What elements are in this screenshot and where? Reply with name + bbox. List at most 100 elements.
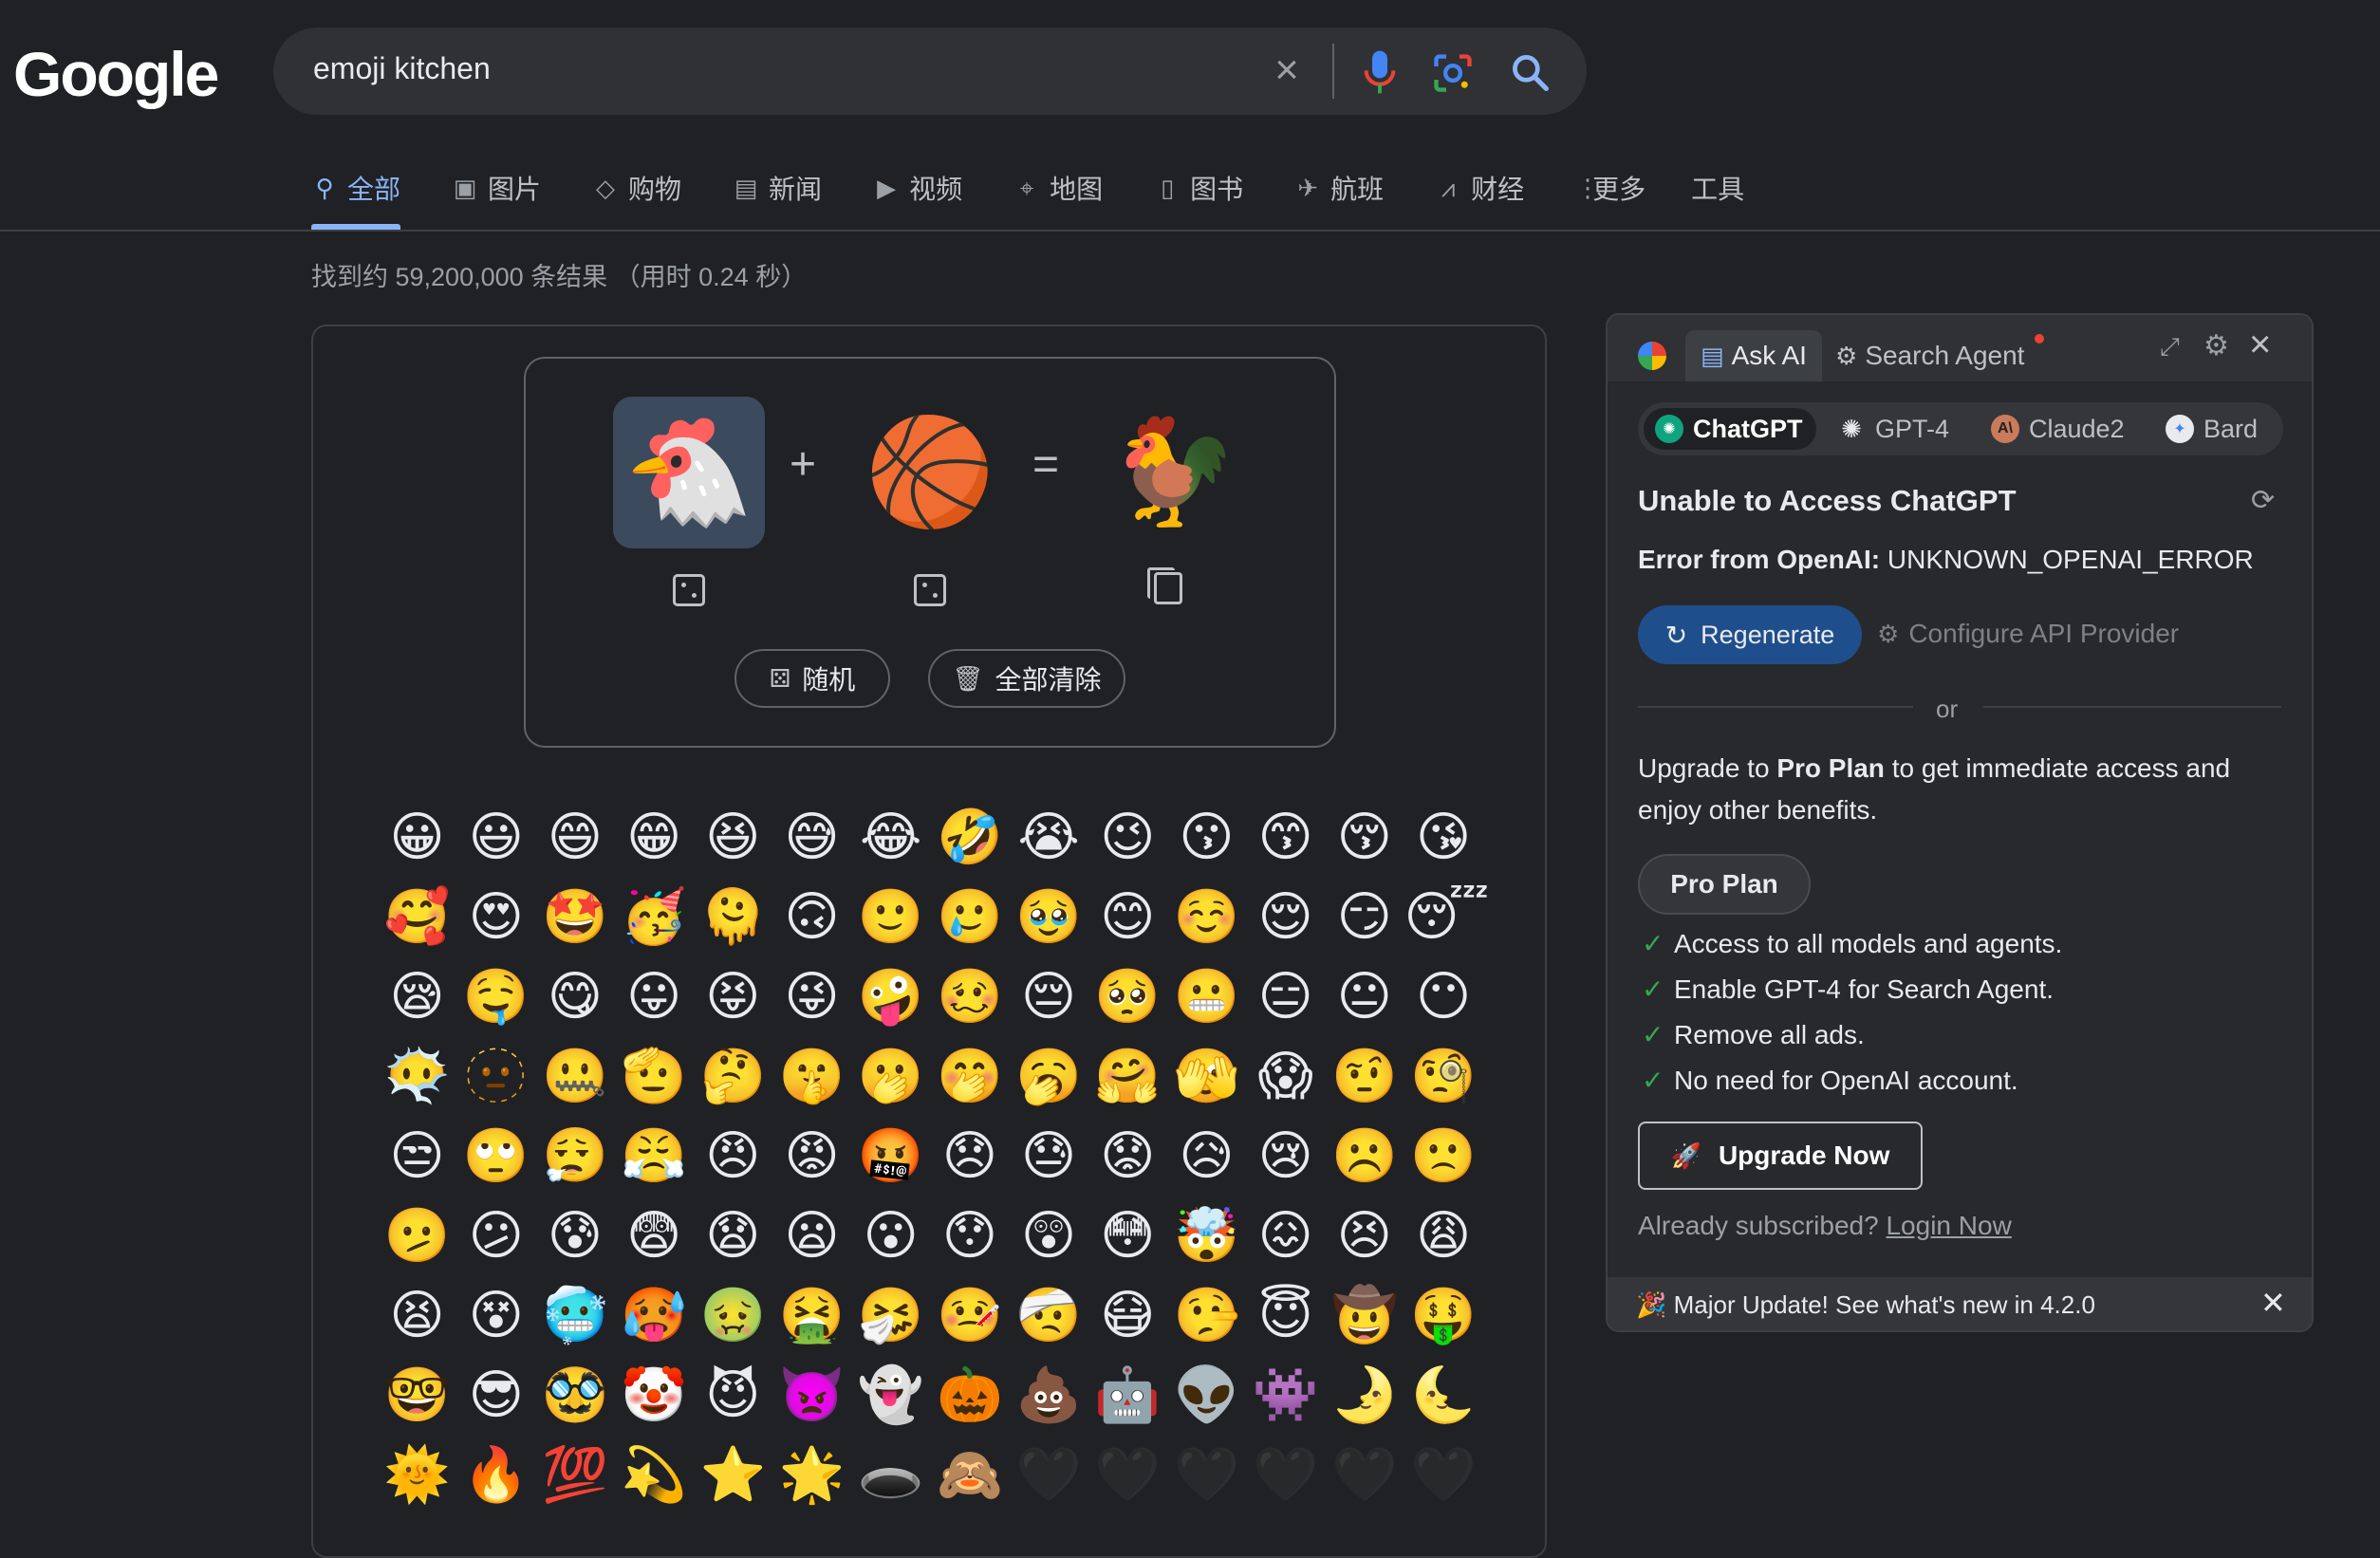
emoji-option[interactable]: 🙃 [772,888,851,945]
emoji-option[interactable]: 🫣 [1167,1048,1246,1104]
clear-all-button[interactable]: 🗑 全部清除 [928,649,1125,708]
emoji-option[interactable]: 😦 [772,1207,851,1264]
pro-plan-button[interactable]: Pro Plan [1638,854,1811,915]
close-icon[interactable]: × [2249,325,2278,363]
random-button[interactable]: ⚄ 随机 [734,649,890,708]
emoji-option[interactable]: 😶‍🌫️ [378,1048,456,1104]
emoji-option[interactable]: 🙁 [1404,1127,1482,1184]
emoji-option[interactable]: 👿 [772,1366,851,1423]
microphone-icon[interactable] [1361,49,1399,95]
emoji-option[interactable]: 🌞 [378,1446,456,1503]
tab-flights[interactable]: ✈ 航班 [1294,163,1384,213]
expand-icon[interactable]: ⤢ [2160,334,2185,359]
emoji-option[interactable]: 🌛 [1325,1366,1404,1423]
google-logo[interactable]: Google [13,38,219,110]
emoji-option[interactable]: 😄 [535,808,614,865]
emoji-option[interactable]: 🤕 [1010,1287,1088,1344]
emoji-option[interactable]: 🥰 [378,888,456,945]
emoji-option[interactable]: 😷 [1088,1287,1167,1344]
emoji-option[interactable]: 😜 [772,968,851,1025]
emoji-option[interactable]: 😏 [1325,888,1404,945]
emoji-option[interactable]: 🤧 [851,1287,930,1344]
search-input[interactable]: emoji kitchen [313,51,491,86]
emoji-option[interactable]: 🙈 [930,1446,1009,1503]
emoji-option[interactable]: 🖤 [1088,1446,1167,1503]
emoji-option[interactable]: 🥱 [1010,1048,1088,1104]
google-lens-icon[interactable] [1433,53,1473,93]
emoji-option[interactable]: 😍 [456,888,535,945]
emoji-option[interactable]: 😅 [772,808,851,865]
emoji-option[interactable]: 😎 [456,1366,535,1423]
emoji-option[interactable]: 😃 [456,808,535,865]
emoji-option[interactable]: 🫡 [615,1048,694,1104]
emoji-option[interactable]: ⭐ [694,1446,772,1503]
emoji-option[interactable]: 🤠 [1325,1287,1404,1344]
settings-icon[interactable]: ⚙ [2203,332,2232,361]
copy-icon[interactable] [1147,567,1182,604]
emoji-option[interactable]: 🌜 [1404,1366,1482,1423]
emoji-option[interactable]: 😀 [378,808,456,865]
emoji-option[interactable]: 🤮 [772,1287,851,1344]
emoji-option[interactable]: 🤩 [535,888,614,945]
configure-api-link[interactable]: ⚙ Configure API Provider [1877,619,2179,649]
emoji-option[interactable]: 🫤 [378,1207,456,1264]
emoji-option[interactable]: 🤓 [378,1366,456,1423]
emoji-option[interactable]: 🔥 [456,1446,535,1503]
tab-images[interactable]: ▣ 图片 [452,163,541,213]
model-claude2[interactable]: A\ Claude2 [1991,408,2125,450]
emoji-option[interactable]: 😵 [456,1287,535,1344]
emoji-option[interactable]: 😤 [615,1127,694,1184]
emoji-option[interactable]: 😰 [535,1207,614,1264]
emoji-option[interactable]: 😳 [1088,1207,1167,1264]
model-gpt4[interactable]: ✺ GPT-4 [1837,408,1949,450]
tab-more[interactable]: ⋮ 更多 [1575,163,1646,213]
emoji-result[interactable]: 🐓 [1097,397,1249,548]
emoji-option[interactable]: 😇 [1246,1287,1325,1344]
dice-icon[interactable] [914,574,946,606]
clear-search-icon[interactable]: × [1268,49,1306,91]
emoji-option[interactable]: 😶 [1404,968,1482,1025]
tab-videos[interactable]: ▶ 视频 [873,163,962,213]
emoji-option[interactable]: 😣 [1325,1207,1404,1264]
emoji-option[interactable]: 🥵 [615,1287,694,1344]
tab-books[interactable]: ▯ 图书 [1154,163,1243,213]
emoji-option[interactable]: 🤔 [694,1048,772,1104]
emoji-option[interactable]: 😆 [694,808,772,865]
emoji-option[interactable]: 🖤 [1010,1446,1088,1503]
emoji-option[interactable]: 😟 [1088,1127,1167,1184]
emoji-option[interactable]: 🙂 [851,888,930,945]
emoji-option[interactable]: 🕳️ [851,1446,930,1503]
login-now-link[interactable]: Login Now [1886,1211,2011,1240]
emoji-option[interactable]: 😐 [1325,968,1404,1025]
emoji-option[interactable]: 🌟 [772,1446,851,1503]
tab-shopping[interactable]: ◇ 购物 [592,163,681,213]
emoji-option[interactable]: 😒 [378,1127,456,1184]
emoji-option[interactable]: 🤭 [930,1048,1009,1104]
emoji-slot-right[interactable]: 🏀 [854,397,1006,548]
emoji-option[interactable]: 😕 [456,1207,535,1264]
emoji-option[interactable]: 😝 [694,968,772,1025]
emoji-option[interactable]: 🤖 [1088,1366,1167,1423]
emoji-option[interactable]: 🫥 [456,1048,535,1104]
emoji-option[interactable]: 😭 [1010,808,1088,865]
upgrade-now-button[interactable]: 🚀 Upgrade Now [1638,1122,1923,1190]
emoji-option[interactable]: 🤑 [1404,1287,1482,1344]
close-banner-icon[interactable]: ✕ [2260,1285,2286,1321]
emoji-option[interactable]: 😂 [851,808,930,865]
emoji-option[interactable]: 😢 [1246,1127,1325,1184]
refresh-icon[interactable]: ⟳ [2251,486,2281,516]
dice-icon[interactable] [673,574,705,606]
tab-maps[interactable]: ⌖ 地图 [1013,163,1103,213]
tab-all[interactable]: ⚲ 全部 [311,163,401,230]
emoji-option[interactable]: 😱 [1246,1048,1325,1104]
emoji-option[interactable]: 🥶 [535,1287,614,1344]
emoji-option[interactable]: 🥹 [1010,888,1088,945]
tab-search-agent[interactable]: ⚙ Search Agent [1835,330,2024,381]
emoji-option[interactable]: 🤨 [1325,1048,1404,1104]
emoji-option[interactable]: 🫠 [694,888,772,945]
emoji-option[interactable]: 😮 [851,1207,930,1264]
emoji-option[interactable]: 🥺 [1088,968,1167,1025]
emoji-option[interactable]: 😧 [694,1207,772,1264]
emoji-option[interactable]: 🤒 [930,1287,1009,1344]
emoji-option[interactable]: 😯 [930,1207,1009,1264]
